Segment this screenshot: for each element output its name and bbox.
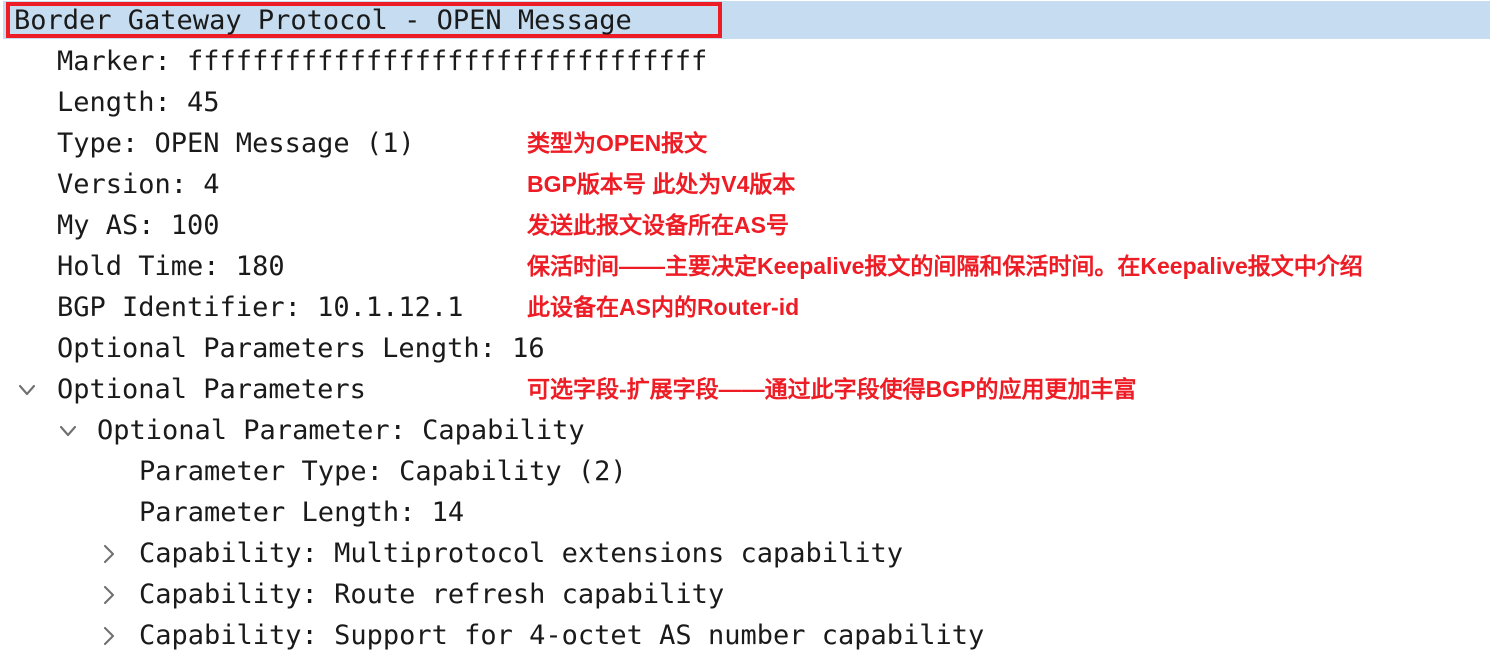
tree-row-label: Border Gateway Protocol - OPEN Message <box>14 5 632 36</box>
tree-row-label: Capability: Route refresh capability <box>139 579 725 610</box>
annotation-text: 此设备在AS内的Router-id <box>527 294 800 320</box>
annotation-text: 发送此报文设备所在AS号 <box>527 212 789 238</box>
tree-row-label: Capability: Support for 4-octet AS numbe… <box>139 620 985 651</box>
tree-row-type[interactable]: Type: OPEN Message (1) 类型为OPEN报文 <box>0 123 1497 164</box>
chevron-down-icon[interactable] <box>14 369 40 410</box>
tree-row-capability-4-octet-as[interactable]: Capability: Support for 4-octet AS numbe… <box>0 615 1497 656</box>
tree-row-optional-parameters[interactable]: Optional Parameters 可选字段-扩展字段——通过此字段使得BGP… <box>0 369 1497 410</box>
tree-row-label: Type: OPEN Message (1) <box>57 128 415 159</box>
tree-row-label: BGP Identifier: 10.1.12.1 <box>57 292 464 323</box>
tree-row-label: Marker: ffffffffffffffffffffffffffffffff <box>57 46 708 77</box>
annotation-text: 保活时间——主要决定Keepalive报文的间隔和保活时间。在Keepalive… <box>527 253 1363 279</box>
tree-row-root[interactable]: Border Gateway Protocol - OPEN Message <box>0 0 1497 41</box>
annotation-text: 类型为OPEN报文 <box>527 130 708 156</box>
tree-row-optional-parameters-length[interactable]: Optional Parameters Length: 16 <box>0 328 1497 369</box>
tree-row-capability-multiprotocol[interactable]: Capability: Multiprotocol extensions cap… <box>0 533 1497 574</box>
tree-row-parameter-length[interactable]: Parameter Length: 14 <box>0 492 1497 533</box>
tree-row-capability-route-refresh[interactable]: Capability: Route refresh capability <box>0 574 1497 615</box>
annotation-text: BGP版本号 此处为V4版本 <box>527 171 796 197</box>
tree-row-label: Capability: Multiprotocol extensions cap… <box>139 538 904 569</box>
tree-row-optional-parameter-capability[interactable]: Optional Parameter: Capability <box>0 410 1497 451</box>
chevron-right-icon[interactable] <box>96 574 122 615</box>
tree-row-length[interactable]: Length: 45 <box>0 82 1497 123</box>
tree-row-my-as[interactable]: My AS: 100 发送此报文设备所在AS号 <box>0 205 1497 246</box>
chevron-right-icon[interactable] <box>96 615 122 656</box>
tree-row-label: Optional Parameters <box>57 374 366 405</box>
tree-row-version[interactable]: Version: 4 BGP版本号 此处为V4版本 <box>0 164 1497 205</box>
tree-row-label: Version: 4 <box>57 169 220 200</box>
tree-row-parameter-type[interactable]: Parameter Type: Capability (2) <box>0 451 1497 492</box>
tree-row-label: Length: 45 <box>57 87 220 118</box>
chevron-down-icon[interactable] <box>55 410 81 451</box>
chevron-right-icon[interactable] <box>96 533 122 574</box>
tree-row-label: Hold Time: 180 <box>57 251 285 282</box>
protocol-tree: Border Gateway Protocol - OPEN Message Ma… <box>0 0 1497 666</box>
tree-row-label: Parameter Type: Capability (2) <box>139 456 627 487</box>
tree-row-label: Optional Parameters Length: 16 <box>57 333 545 364</box>
tree-row-bgp-identifier[interactable]: BGP Identifier: 10.1.12.1 此设备在AS内的Router-… <box>0 287 1497 328</box>
tree-row-label: My AS: 100 <box>57 210 220 241</box>
tree-row-label: Parameter Length: 14 <box>139 497 465 528</box>
annotation-text: 可选字段-扩展字段——通过此字段使得BGP的应用更加丰富 <box>527 376 1137 402</box>
tree-row-label: Optional Parameter: Capability <box>97 415 585 446</box>
tree-row-hold-time[interactable]: Hold Time: 180 保活时间——主要决定Keepalive报文的间隔和保… <box>0 246 1497 287</box>
tree-row-marker[interactable]: Marker: ffffffffffffffffffffffffffffffff <box>0 41 1497 82</box>
